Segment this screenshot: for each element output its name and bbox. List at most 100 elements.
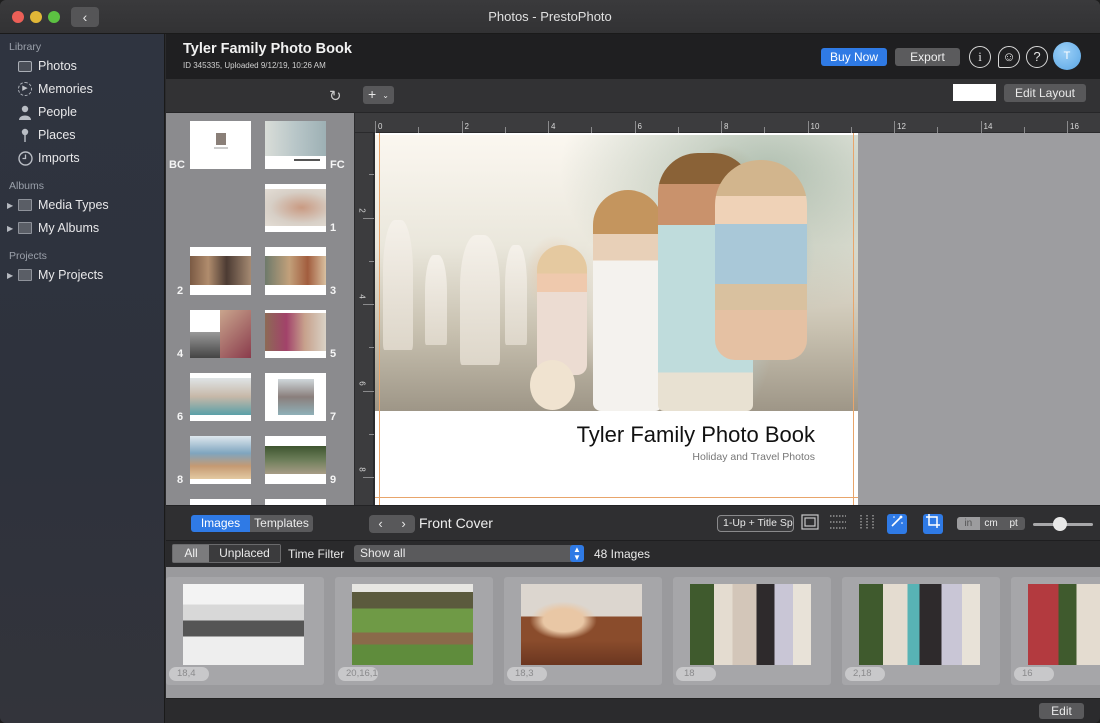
ruler-label: 6 — [637, 122, 642, 131]
unit-centimeters[interactable]: cm — [980, 517, 1003, 530]
disclosure-triangle-icon[interactable]: ▶ — [7, 201, 13, 210]
user-avatar[interactable]: T — [1053, 42, 1081, 70]
filter-all-button[interactable]: All — [173, 545, 209, 562]
ruler-tick — [369, 260, 374, 262]
cover-photo[interactable] — [375, 135, 858, 411]
sidebar-item-my-projects[interactable]: ▶ My Projects — [0, 264, 165, 286]
next-page-button[interactable]: › — [392, 515, 415, 533]
sidebar-item-label: People — [38, 105, 77, 119]
ruler-tick — [980, 121, 982, 133]
page-thumb-3[interactable] — [265, 247, 326, 295]
image-card[interactable]: 20,16,1( — [335, 577, 493, 685]
image-thumbnail[interactable] — [183, 584, 304, 665]
thumb-photo — [265, 189, 326, 226]
tab-images[interactable]: Images — [191, 515, 250, 532]
ruler-label: 0 — [378, 122, 383, 131]
ruler-label: 6 — [357, 380, 367, 386]
unit-inches[interactable]: in — [957, 517, 980, 530]
page-thumb-6[interactable] — [190, 373, 251, 421]
export-button[interactable]: Export — [895, 48, 960, 66]
browser-tab-group: Images Templates — [191, 515, 313, 532]
ruler-tick — [634, 121, 636, 133]
photo-straw-hat — [530, 360, 575, 410]
time-filter-select[interactable]: Show all ▲ ▼ — [354, 545, 584, 562]
edit-button[interactable]: Edit — [1039, 703, 1084, 719]
thumb-photo — [190, 436, 251, 479]
clock-icon — [17, 150, 33, 166]
image-thumbnail[interactable] — [1028, 584, 1100, 665]
refresh-icon[interactable]: ↻ — [329, 87, 342, 105]
editor-toolbar: ↻ + ⌄ Edit Layout — [166, 79, 1100, 113]
image-card[interactable]: 16 — [1011, 577, 1100, 685]
horizontal-guides-icon[interactable] — [828, 514, 848, 534]
sidebar-item-my-albums[interactable]: ▶ My Albums — [0, 217, 165, 239]
ruler-tick — [375, 121, 376, 133]
vertical-guides-icon[interactable] — [857, 514, 877, 534]
tab-templates[interactable]: Templates — [250, 515, 313, 532]
page-label: 3 — [330, 285, 337, 297]
image-card[interactable]: 18 — [673, 577, 831, 685]
page-thumb-back-cover[interactable] — [190, 121, 251, 169]
image-card[interactable]: 2,18 — [842, 577, 1000, 685]
previous-page-button[interactable]: ‹ — [369, 515, 392, 533]
photo-umbrella — [425, 255, 447, 345]
background-color-swatch[interactable] — [953, 84, 996, 101]
sidebar-item-people[interactable]: People — [0, 101, 165, 123]
page-label: 7 — [330, 411, 337, 423]
unit-points[interactable]: pt — [1002, 517, 1025, 530]
ruler-tick — [369, 433, 374, 435]
page-canvas[interactable]: Tyler Family Photo Book Holiday and Trav… — [375, 133, 1100, 505]
image-thumbnail[interactable] — [352, 584, 473, 665]
frame-fit-icon[interactable] — [800, 514, 820, 534]
photo-figure-baby — [537, 245, 587, 375]
sidebar-item-label: My Albums — [38, 221, 100, 235]
layout-name-field[interactable]: 1-Up + Title Sp — [717, 515, 794, 532]
filter-unplaced-button[interactable]: Unplaced — [209, 545, 280, 562]
pages-panel[interactable]: BC FC 1 2 3 4 5 6 7 8 9 — [166, 113, 354, 505]
sidebar-item-media-types[interactable]: ▶ Media Types — [0, 194, 165, 216]
usage-badge: 18,4 — [169, 667, 209, 681]
ruler-tick — [807, 121, 809, 133]
page-thumb-2[interactable] — [190, 247, 251, 295]
cover-title-text[interactable]: Tyler Family Photo Book — [577, 422, 815, 448]
zoom-slider-knob[interactable] — [1053, 517, 1067, 531]
page-thumb-1[interactable] — [265, 184, 326, 232]
buy-now-button[interactable]: Buy Now — [821, 48, 887, 66]
photos-icon — [17, 58, 33, 74]
help-icon[interactable]: ? — [1026, 46, 1048, 68]
page-thumb-7[interactable] — [265, 373, 326, 421]
page-thumb-front-cover[interactable] — [265, 121, 326, 169]
info-icon[interactable]: i — [969, 46, 991, 68]
sidebar-item-label: Photos — [38, 59, 77, 73]
image-card[interactable]: 18,4 — [166, 577, 324, 685]
bottom-bar: Edit — [166, 698, 1100, 723]
sidebar-item-memories[interactable]: ▶ Memories — [0, 78, 165, 100]
image-thumbnail[interactable] — [859, 584, 980, 665]
cover-subtitle-text[interactable]: Holiday and Travel Photos — [692, 451, 815, 463]
crop-icon[interactable] — [923, 514, 943, 534]
image-count: 48 Images — [594, 547, 651, 561]
disclosure-triangle-icon[interactable]: ▶ — [7, 224, 13, 233]
page-thumb-5[interactable] — [265, 310, 326, 358]
disclosure-triangle-icon[interactable]: ▶ — [7, 271, 13, 280]
image-thumbnail[interactable] — [521, 584, 642, 665]
page-thumb-4[interactable] — [190, 310, 251, 358]
layout-toolbar: Images Templates ‹ › Front Cover 1-Up + … — [166, 505, 1100, 540]
feedback-chat-icon[interactable]: ☺ — [998, 46, 1020, 68]
image-thumbnail[interactable] — [690, 584, 811, 665]
page-thumb-9[interactable] — [265, 436, 326, 484]
sidebar-item-label: Places — [38, 128, 76, 142]
sidebar-item-imports[interactable]: Imports — [0, 147, 165, 169]
front-cover-page[interactable]: Tyler Family Photo Book Holiday and Trav… — [375, 133, 858, 505]
placement-filter: All Unplaced — [172, 544, 281, 563]
sidebar-item-photos[interactable]: Photos — [0, 55, 165, 77]
sidebar-item-places[interactable]: Places — [0, 124, 165, 146]
image-card[interactable]: 18,3 — [504, 577, 662, 685]
image-browser[interactable]: 18,4 20,16,1( 18,3 18 2,18 16 — [166, 567, 1100, 698]
edit-layout-button[interactable]: Edit Layout — [1004, 84, 1086, 102]
margin-guide — [379, 133, 380, 505]
add-page-button[interactable]: + ⌄ — [363, 86, 394, 104]
project-title: Tyler Family Photo Book — [183, 41, 352, 57]
magic-wand-icon[interactable] — [887, 514, 907, 534]
page-thumb-8[interactable] — [190, 436, 251, 484]
